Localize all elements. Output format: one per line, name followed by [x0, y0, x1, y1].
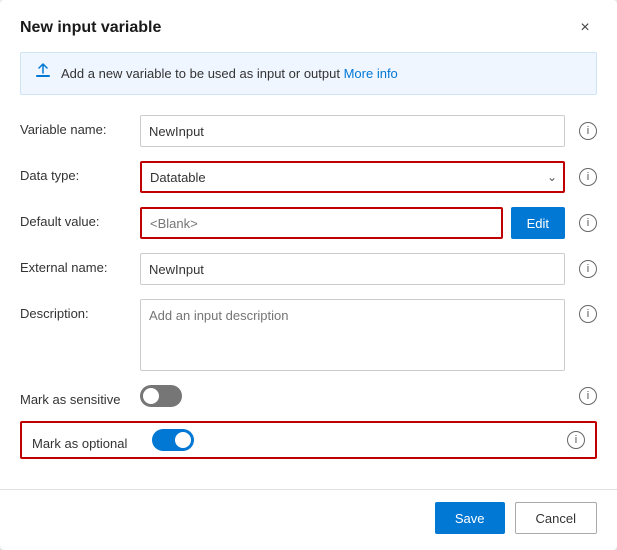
dialog-title: New input variable	[20, 19, 161, 37]
mark-optional-slider	[152, 429, 194, 451]
cancel-button[interactable]: Cancel	[515, 502, 597, 534]
mark-optional-label: Mark as optional	[32, 429, 152, 451]
description-row: Description: i	[20, 299, 597, 371]
dialog-header: New input variable ×	[0, 0, 617, 52]
mark-optional-toggle-wrap	[152, 429, 194, 451]
mark-optional-info-icon: i	[567, 431, 585, 449]
mark-optional-row-outlined: Mark as optional i	[20, 421, 597, 459]
mark-optional-toggle[interactable]	[152, 429, 194, 451]
default-value-info-icon: i	[579, 214, 597, 232]
variable-name-label: Variable name:	[20, 115, 140, 137]
mark-sensitive-toggle-wrap	[140, 385, 182, 407]
external-name-info-icon: i	[579, 260, 597, 278]
external-name-control: i	[140, 253, 597, 285]
data-type-info-icon: i	[579, 168, 597, 186]
default-value-label: Default value:	[20, 207, 140, 229]
edit-button[interactable]: Edit	[511, 207, 565, 239]
close-button[interactable]: ×	[573, 16, 597, 40]
description-input[interactable]	[140, 299, 565, 371]
mark-sensitive-info-icon: i	[579, 387, 597, 405]
description-label: Description:	[20, 299, 140, 321]
default-value-row: Default value: Edit i	[20, 207, 597, 239]
variable-name-row: Variable name: i	[20, 115, 597, 147]
banner-text: Add a new variable to be used as input o…	[61, 66, 398, 81]
mark-optional-control: i	[152, 429, 585, 451]
mark-sensitive-toggle[interactable]	[140, 385, 182, 407]
description-info-icon: i	[579, 305, 597, 323]
mark-sensitive-control: i	[140, 385, 597, 407]
data-type-row: Data type: Datatable Text Number Boolean…	[20, 161, 597, 193]
mark-sensitive-row: Mark as sensitive i	[20, 385, 597, 407]
data-type-control: Datatable Text Number Boolean List Custo…	[140, 161, 597, 193]
default-value-control: Edit i	[140, 207, 597, 239]
mark-sensitive-label: Mark as sensitive	[20, 385, 140, 407]
variable-name-info-icon: i	[579, 122, 597, 140]
form-body: Variable name: i Data type: Datatable Te…	[0, 111, 617, 489]
default-value-input[interactable]	[140, 207, 503, 239]
variable-name-control: i	[140, 115, 597, 147]
data-type-select-wrapper: Datatable Text Number Boolean List Custo…	[140, 161, 565, 193]
description-control: i	[140, 299, 597, 371]
data-type-select[interactable]: Datatable Text Number Boolean List Custo…	[140, 161, 565, 193]
mark-sensitive-slider	[140, 385, 182, 407]
data-type-label: Data type:	[20, 161, 140, 183]
upload-icon	[35, 63, 51, 84]
dialog-footer: Save Cancel	[0, 489, 617, 550]
new-input-variable-dialog: New input variable × Add a new variable …	[0, 0, 617, 550]
variable-name-input[interactable]	[140, 115, 565, 147]
info-banner: Add a new variable to be used as input o…	[20, 52, 597, 95]
mark-optional-row: Mark as optional i	[32, 429, 585, 451]
more-info-link[interactable]: More info	[344, 66, 398, 81]
save-button[interactable]: Save	[435, 502, 505, 534]
external-name-input[interactable]	[140, 253, 565, 285]
external-name-row: External name: i	[20, 253, 597, 285]
external-name-label: External name:	[20, 253, 140, 275]
